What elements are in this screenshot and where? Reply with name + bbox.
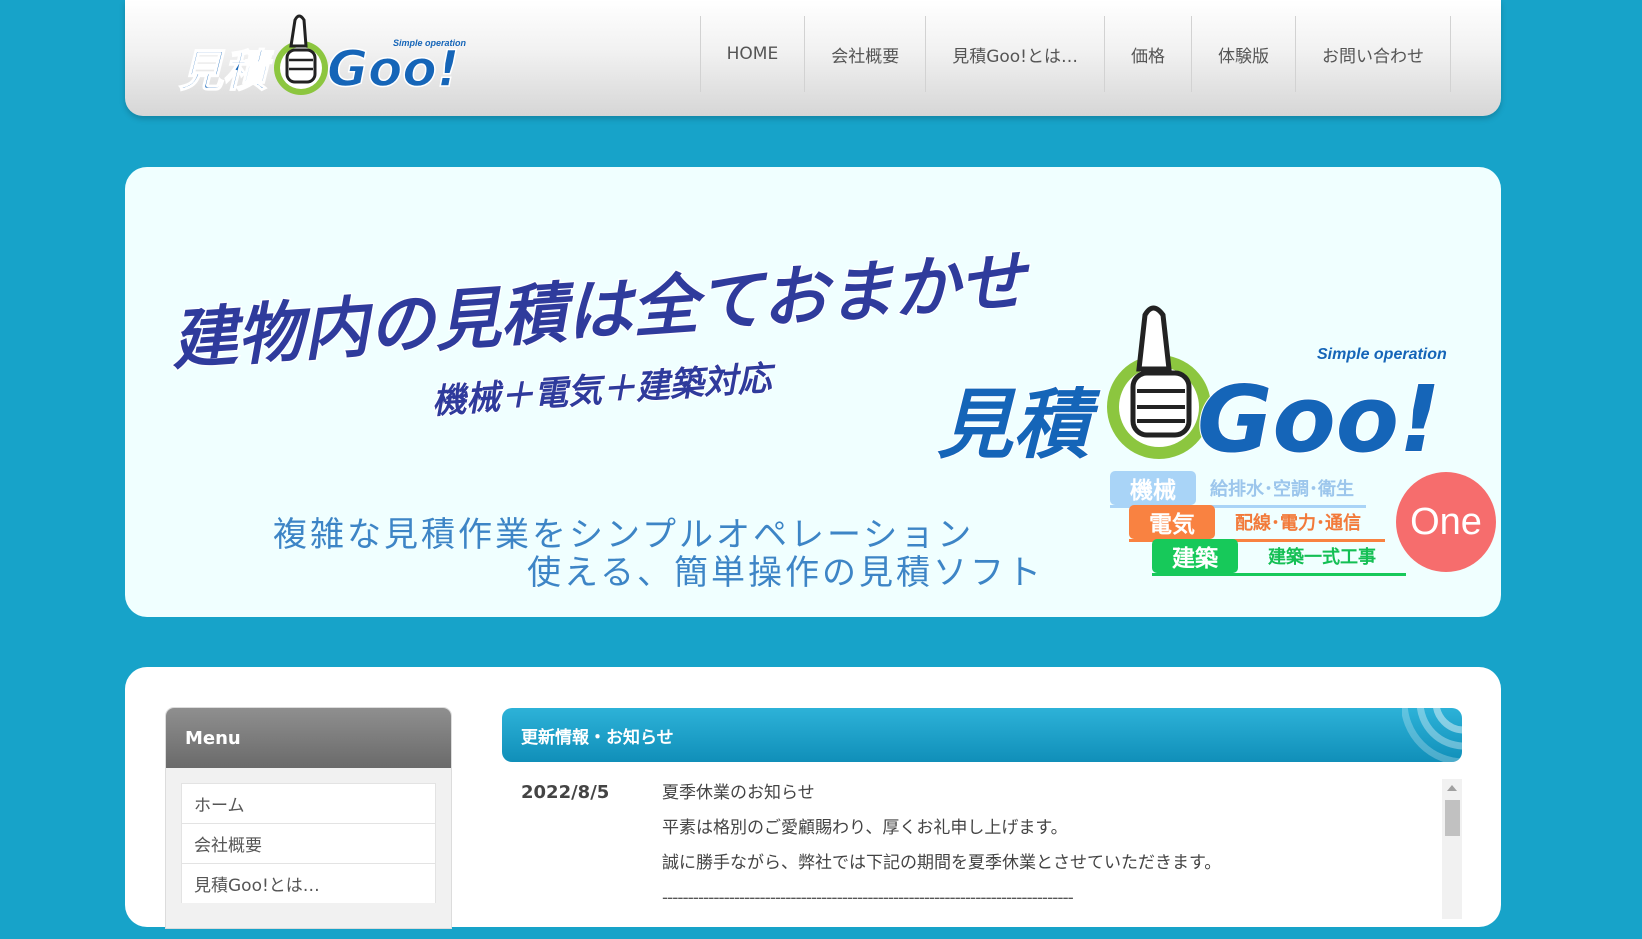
category-architecture: 建築 建築一式工事 [1152,539,1376,573]
news-line-title: 夏季休業のお知らせ [662,783,815,803]
logo-tagline: Simple operation [393,38,467,48]
hero-subheadline: 機械＋電気＋建築対応 [431,358,779,422]
hero-logo-main-text: 見積 [937,380,1101,469]
sidebar-menu-title: Menu [166,708,451,768]
wave-decoration-icon [1402,708,1462,762]
news-header: 更新情報・お知らせ [502,708,1462,762]
sidebar-item-company[interactable]: 会社概要 [181,823,436,863]
nav-price[interactable]: 価格 [1104,16,1191,92]
logo-goo-text: Goo! [327,40,460,98]
news-title: 更新情報・お知らせ [521,727,674,748]
news-line: 平素は格別のご愛顧賜わり、厚くお礼申し上げます。 [662,818,1068,838]
scroll-thumb[interactable] [1445,800,1460,836]
one-badge: One [1396,472,1496,572]
hero-headline: 建物内の見積は全ておまかせ [168,241,1033,379]
nav-trial[interactable]: 体験版 [1191,16,1295,92]
category-electrical-badge: 電気 [1129,505,1215,539]
scroll-up-icon[interactable] [1447,785,1457,791]
category-architecture-desc: 建築一式工事 [1268,547,1376,568]
news-content: 夏季休業のお知らせ 平素は格別のご愛顧賜わり、厚くお礼申し上げます。 誠に勝手な… [662,779,1221,919]
category-architecture-underline [1152,573,1406,576]
nav-contact[interactable]: お問い合わせ [1295,16,1451,92]
site-header: 見積 Goo! Simple operation HOME 会社概要 見積Goo… [125,0,1501,116]
main-nav: HOME 会社概要 見積Goo!とは… 価格 体験版 お問い合わせ [699,16,1451,92]
category-mechanical-desc: 給排水･空調･衛生 [1210,479,1354,500]
nav-home[interactable]: HOME [699,16,805,92]
nav-about[interactable]: 見積Goo!とは… [925,16,1104,92]
content-panel: Menu ホーム 会社概要 見積Goo!とは… 更新情報・お知らせ 2022/8… [125,667,1501,928]
sidebar-item-about[interactable]: 見積Goo!とは… [181,863,436,903]
site-logo[interactable]: 見積 Goo! Simple operation [175,6,485,102]
news-body: 2022/8/5 夏季休業のお知らせ 平素は格別のご愛顧賜わり、厚くお礼申し上げ… [502,779,1462,939]
hero-logo: 見積 Goo! Simple operation [936,299,1477,474]
nav-company[interactable]: 会社概要 [804,16,925,92]
news-line: 誠に勝手ながら、弊社では下記の期間を夏季休業とさせていただきます。 [662,853,1222,873]
hero-sub-line-2: 使える、簡単操作の見積ソフト [527,553,1044,593]
category-electrical: 電気 配線･電力･通信 [1129,505,1361,539]
category-mechanical-badge: 機械 [1110,471,1196,505]
sidebar-menu-list: ホーム 会社概要 見積Goo!とは… [166,768,451,903]
category-electrical-desc: 配線･電力･通信 [1235,513,1361,534]
hero-logo-goo-text: Goo! [1197,366,1441,469]
news-scrollbar[interactable] [1442,779,1462,919]
hero-banner: 建物内の見積は全ておまかせ 機械＋電気＋建築対応 見積 Goo! Simple … [125,167,1501,617]
sidebar-menu: Menu ホーム 会社概要 見積Goo!とは… [166,708,451,928]
hero-logo-tagline: Simple operation [1317,346,1447,363]
category-mechanical: 機械 給排水･空調･衛生 [1110,471,1354,505]
category-architecture-badge: 建築 [1152,539,1238,573]
logo-main-text: 見積 [179,46,274,97]
news-date: 2022/8/5 [521,782,610,803]
sidebar-item-home[interactable]: ホーム [181,783,436,823]
